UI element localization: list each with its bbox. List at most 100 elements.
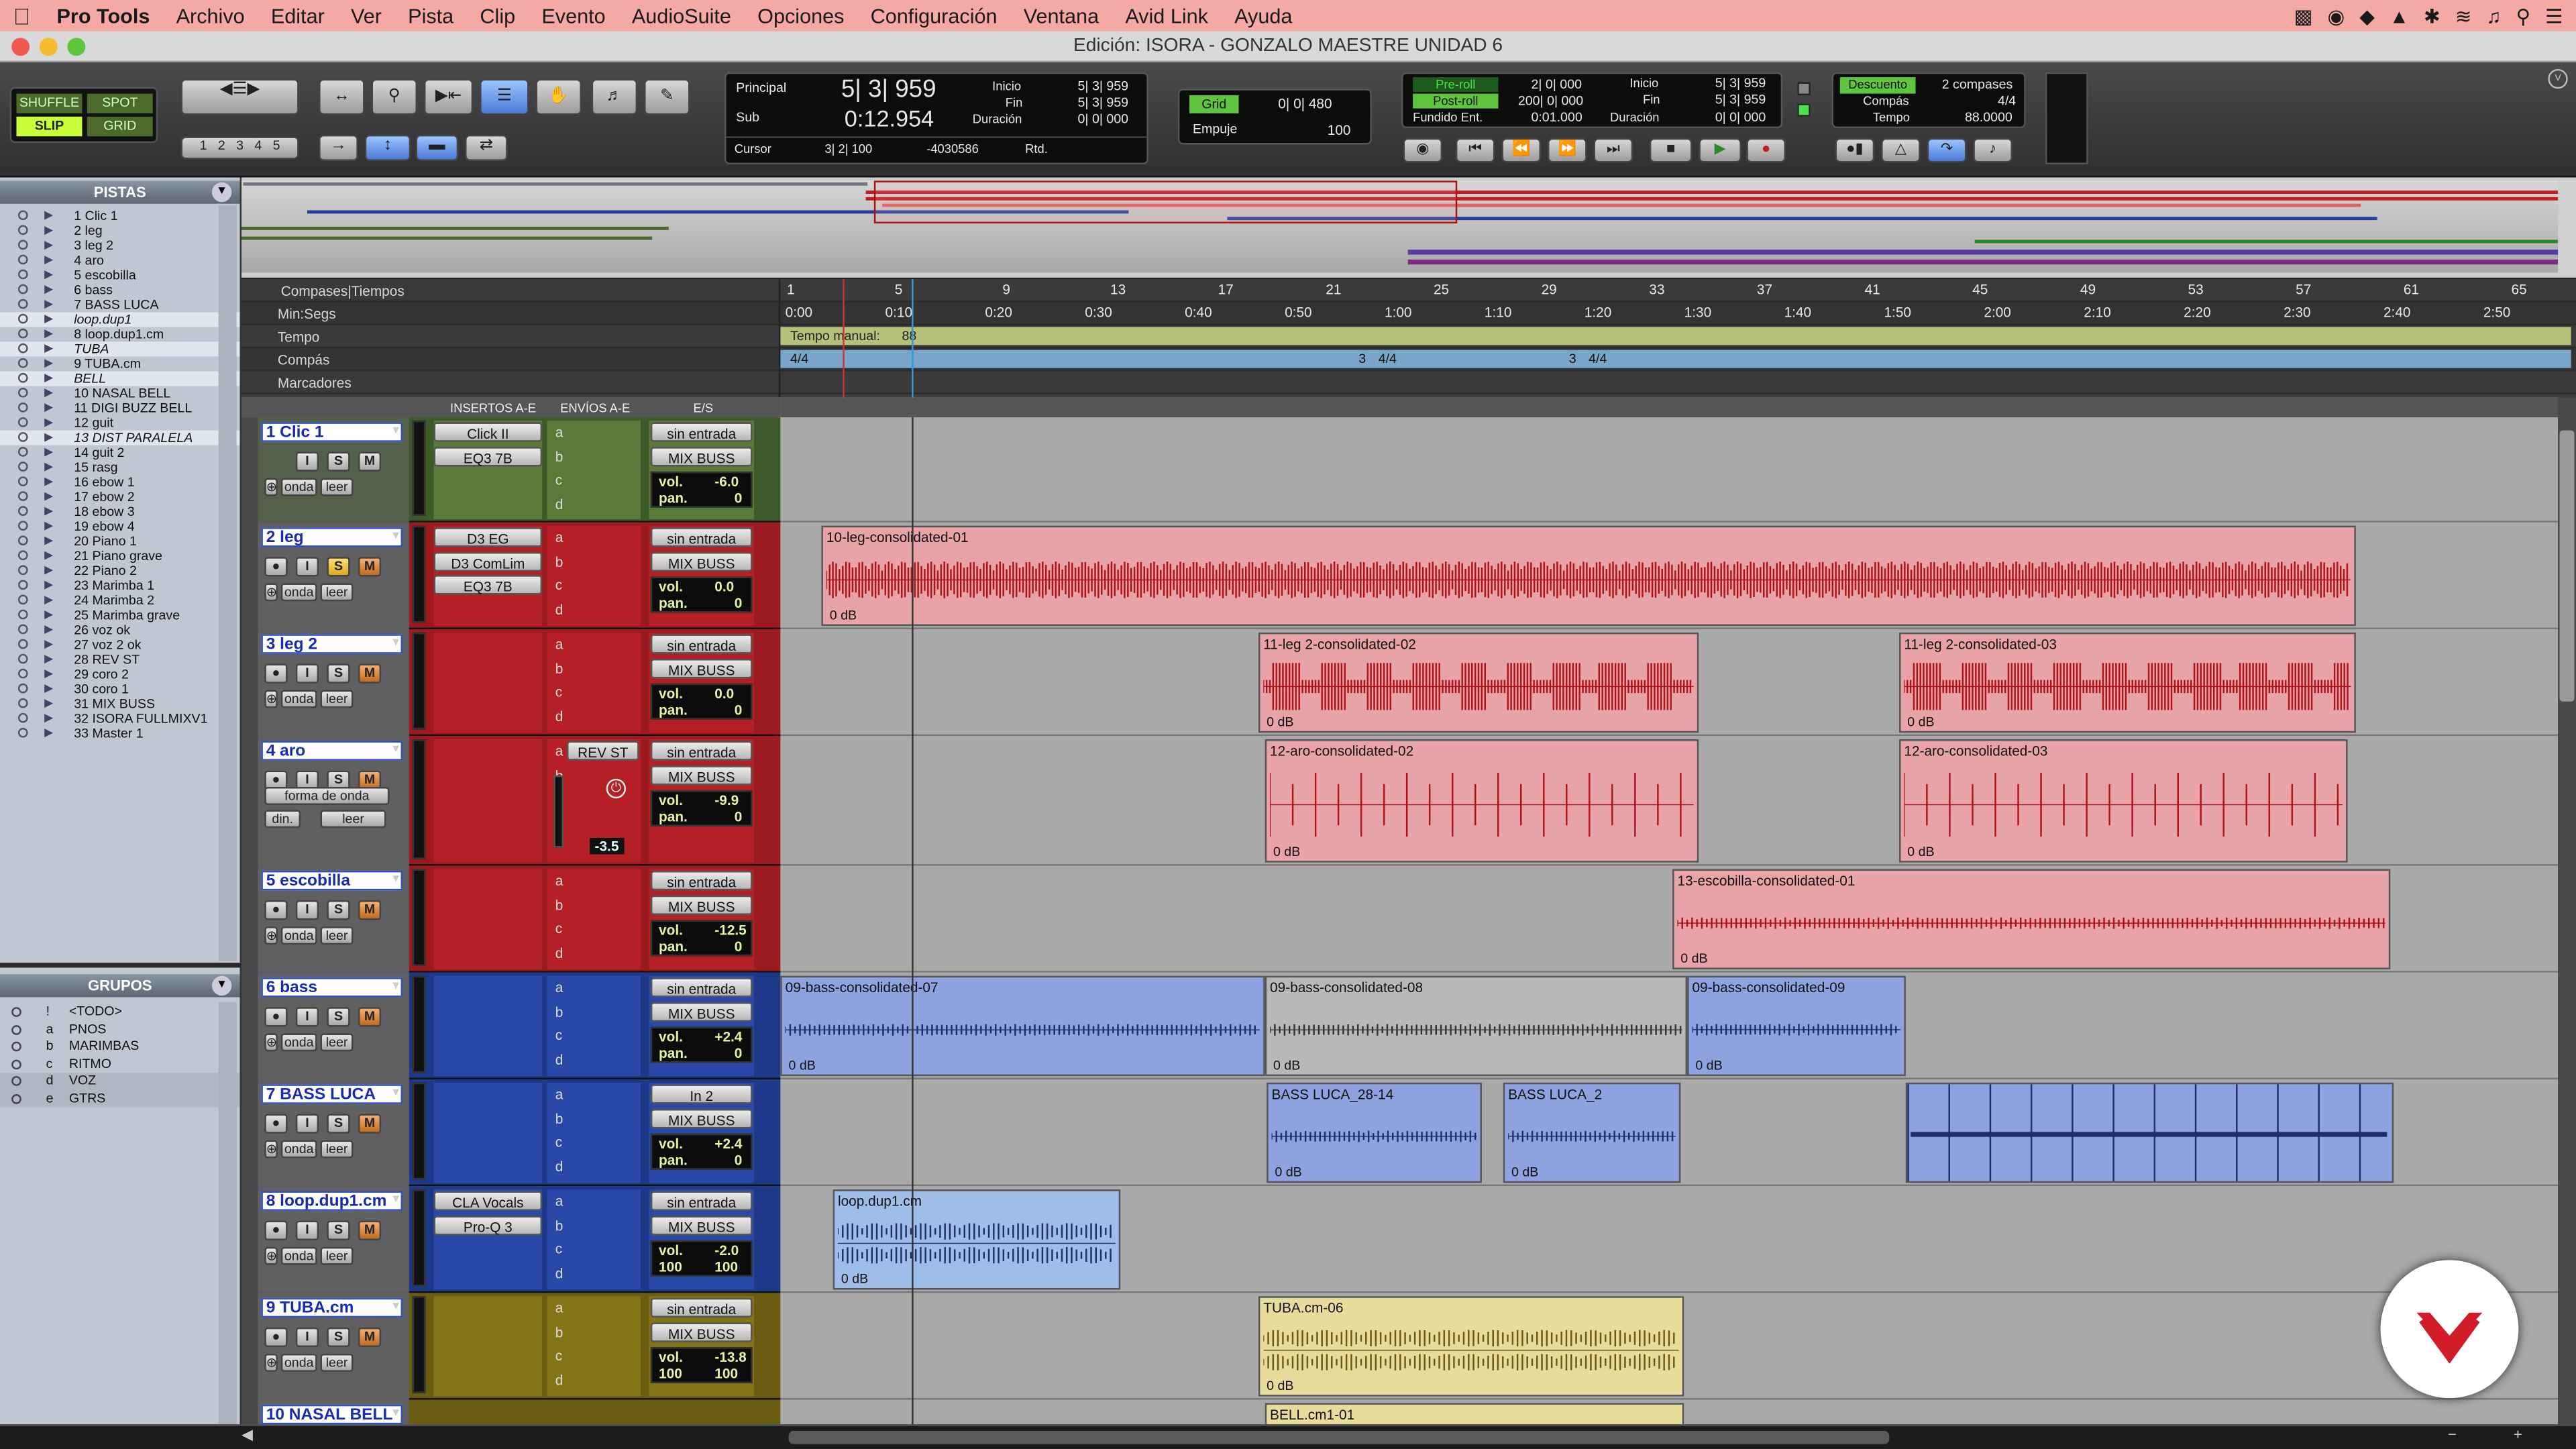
automation-read-select[interactable]: leer <box>320 1140 354 1159</box>
send-slot[interactable]: b <box>550 446 641 466</box>
track-visibility-icon[interactable] <box>17 476 28 486</box>
close-window-icon[interactable] <box>11 38 30 56</box>
insert-slot[interactable] <box>434 1346 543 1365</box>
pan-right-value[interactable]: 100 <box>714 1365 738 1381</box>
audio-clip[interactable]: 09-bass-consolidated-08 0 dB <box>1265 975 1688 1077</box>
tracks-list-item[interactable]: ▶ 1 Clic 1 <box>0 209 240 223</box>
insert-slot[interactable] <box>434 1322 543 1341</box>
group-active-icon[interactable] <box>11 1007 21 1017</box>
group-item[interactable]: c RITMO <box>0 1055 240 1073</box>
track-visibility-icon[interactable] <box>17 624 28 635</box>
tracks-list-item[interactable]: ▶ 29 coro 2 <box>0 667 240 682</box>
track-name-menu-icon[interactable]: ▾ <box>392 422 399 437</box>
input-monitor-button[interactable]: I <box>295 900 319 920</box>
track-view-select[interactable]: onda <box>280 690 317 708</box>
input-selector[interactable]: sin entrada <box>650 870 753 891</box>
insert-slot[interactable] <box>434 1239 543 1258</box>
mute-button[interactable]: M <box>358 1327 382 1348</box>
send-slot[interactable]: d <box>550 1369 641 1389</box>
record-enable-button[interactable]: ● <box>264 1220 288 1240</box>
postroll-label[interactable]: Post-roll <box>1413 93 1499 109</box>
send-slot[interactable]: b <box>550 1002 641 1021</box>
meter-ruler[interactable]: Compás 4/4 3 4/4 3 4/4 <box>241 348 2576 372</box>
send-slot[interactable]: b <box>550 765 641 784</box>
record-enable-button[interactable]: ● <box>264 1327 288 1348</box>
output-selector[interactable]: MIX BUSS <box>650 551 753 572</box>
record-icon[interactable]: ● <box>1746 138 1786 163</box>
menu-ventana[interactable]: Ventana <box>1010 4 1112 27</box>
track-view-select[interactable]: onda <box>280 926 317 945</box>
status-icon-3[interactable]: ◆ <box>2359 4 2375 27</box>
pan-left-value[interactable]: 100 <box>659 1258 682 1275</box>
send-slot[interactable]: b <box>550 894 641 914</box>
send-slot[interactable]: d <box>550 494 641 513</box>
tracks-list-item[interactable]: ▶ 25 Marimba grave <box>0 608 240 623</box>
zoom-preset-4[interactable]: 4 <box>254 138 262 153</box>
selector-tool-icon[interactable]: ☰ <box>480 78 529 115</box>
input-selector[interactable]: sin entrada <box>650 1297 753 1318</box>
track-visibility-icon[interactable] <box>17 225 28 235</box>
horizontal-scroll-thumb[interactable] <box>788 1431 1890 1444</box>
mute-button[interactable]: M <box>358 900 382 920</box>
countoff-label[interactable]: Descuento <box>1839 77 1916 94</box>
insert-slot[interactable] <box>434 977 543 997</box>
track-visibility-icon[interactable] <box>17 609 28 620</box>
solo-button[interactable]: S <box>327 451 350 472</box>
automation-read-select[interactable]: leer <box>320 1033 354 1052</box>
insert-slot[interactable] <box>434 1049 543 1069</box>
send-slot[interactable]: b <box>550 1322 641 1341</box>
send-slot[interactable]: c <box>550 575 641 594</box>
send-slot[interactable]: a <box>550 1191 641 1211</box>
link-timeline-icon[interactable]: ↕ <box>364 134 411 162</box>
group-item[interactable]: a PNOS <box>0 1021 240 1038</box>
control-center-icon[interactable]: ☰ <box>2545 4 2563 27</box>
input-selector[interactable]: sin entrada <box>650 422 753 442</box>
menu-audiosuite[interactable]: AudioSuite <box>619 4 744 27</box>
automation-read-select[interactable]: leer <box>320 926 354 945</box>
bluetooth-icon[interactable]: ✱ <box>2424 4 2440 27</box>
tracks-list-item[interactable]: ▶ 21 Piano grave <box>0 549 240 564</box>
wait-for-note-icon[interactable]: ●▮ <box>1835 138 1875 163</box>
record-enable-button[interactable]: ● <box>264 663 288 684</box>
track-name-menu-icon[interactable]: ▾ <box>392 741 399 755</box>
mute-button[interactable]: M <box>358 557 382 577</box>
main-counter-display[interactable]: Principal 5| 3| 959 Sub 0:12.954 Inicio … <box>724 72 1148 164</box>
status-icon-1[interactable]: ▩ <box>2294 4 2313 27</box>
tracks-list-item[interactable]: ▶ 28 REV ST <box>0 652 240 667</box>
insert-slot[interactable] <box>434 1025 543 1044</box>
automation-read-select[interactable]: leer <box>320 1246 354 1265</box>
countoff-display[interactable]: Descuento 2 compases Compás 4/4 Tempo 88… <box>1831 72 2026 129</box>
fast-forward-icon[interactable]: ⏩ <box>1547 138 1587 163</box>
record-enable-button[interactable]: ● <box>264 900 288 920</box>
mute-button[interactable]: M <box>358 1220 382 1240</box>
insert-slot[interactable] <box>434 894 543 914</box>
pencil-tool-icon[interactable]: ✎ <box>644 78 690 115</box>
track-visibility-icon[interactable] <box>17 269 28 280</box>
track-name[interactable]: 4 aro <box>261 741 403 761</box>
audio-clip[interactable]: 11-leg 2-consolidated-02 0 dB <box>1258 632 1699 733</box>
send-slot[interactable]: a <box>550 422 641 441</box>
send-slot[interactable]: c <box>550 1239 641 1258</box>
insert-slot[interactable] <box>434 634 543 653</box>
insert-slot[interactable] <box>434 470 543 489</box>
play-icon[interactable]: ▶ <box>1699 138 1741 163</box>
audio-clip[interactable]: BASS LUCA_28-14 0 dB <box>1267 1082 1482 1183</box>
track-visibility-icon[interactable] <box>17 521 28 531</box>
input-monitor-button[interactable]: I <box>295 1220 319 1240</box>
insert-slot[interactable] <box>434 1108 543 1128</box>
track-name[interactable]: 3 leg 2 <box>261 634 403 654</box>
send-slot[interactable]: c <box>550 1132 641 1151</box>
menu-app-name[interactable]: Pro Tools <box>44 4 163 27</box>
input-monitor-button[interactable]: I <box>295 1327 319 1348</box>
automation-read-select[interactable]: leer <box>320 690 354 708</box>
zoom-buttons[interactable]: ◀☰▶ <box>180 78 299 115</box>
send-slot[interactable]: c <box>550 1346 641 1365</box>
send-slot[interactable]: c <box>550 789 641 808</box>
tracks-list-item[interactable]: ▶ 23 Marimba 1 <box>0 578 240 593</box>
send-slot[interactable]: d <box>550 599 641 619</box>
send-slot[interactable]: a <box>550 1298 641 1318</box>
magnifier-tool-icon[interactable]: ⚲ <box>371 78 418 115</box>
track-visibility-icon[interactable] <box>17 254 28 265</box>
tracks-list-item[interactable]: ▶ 17 ebow 2 <box>0 490 240 504</box>
solo-button[interactable]: S <box>327 900 350 920</box>
